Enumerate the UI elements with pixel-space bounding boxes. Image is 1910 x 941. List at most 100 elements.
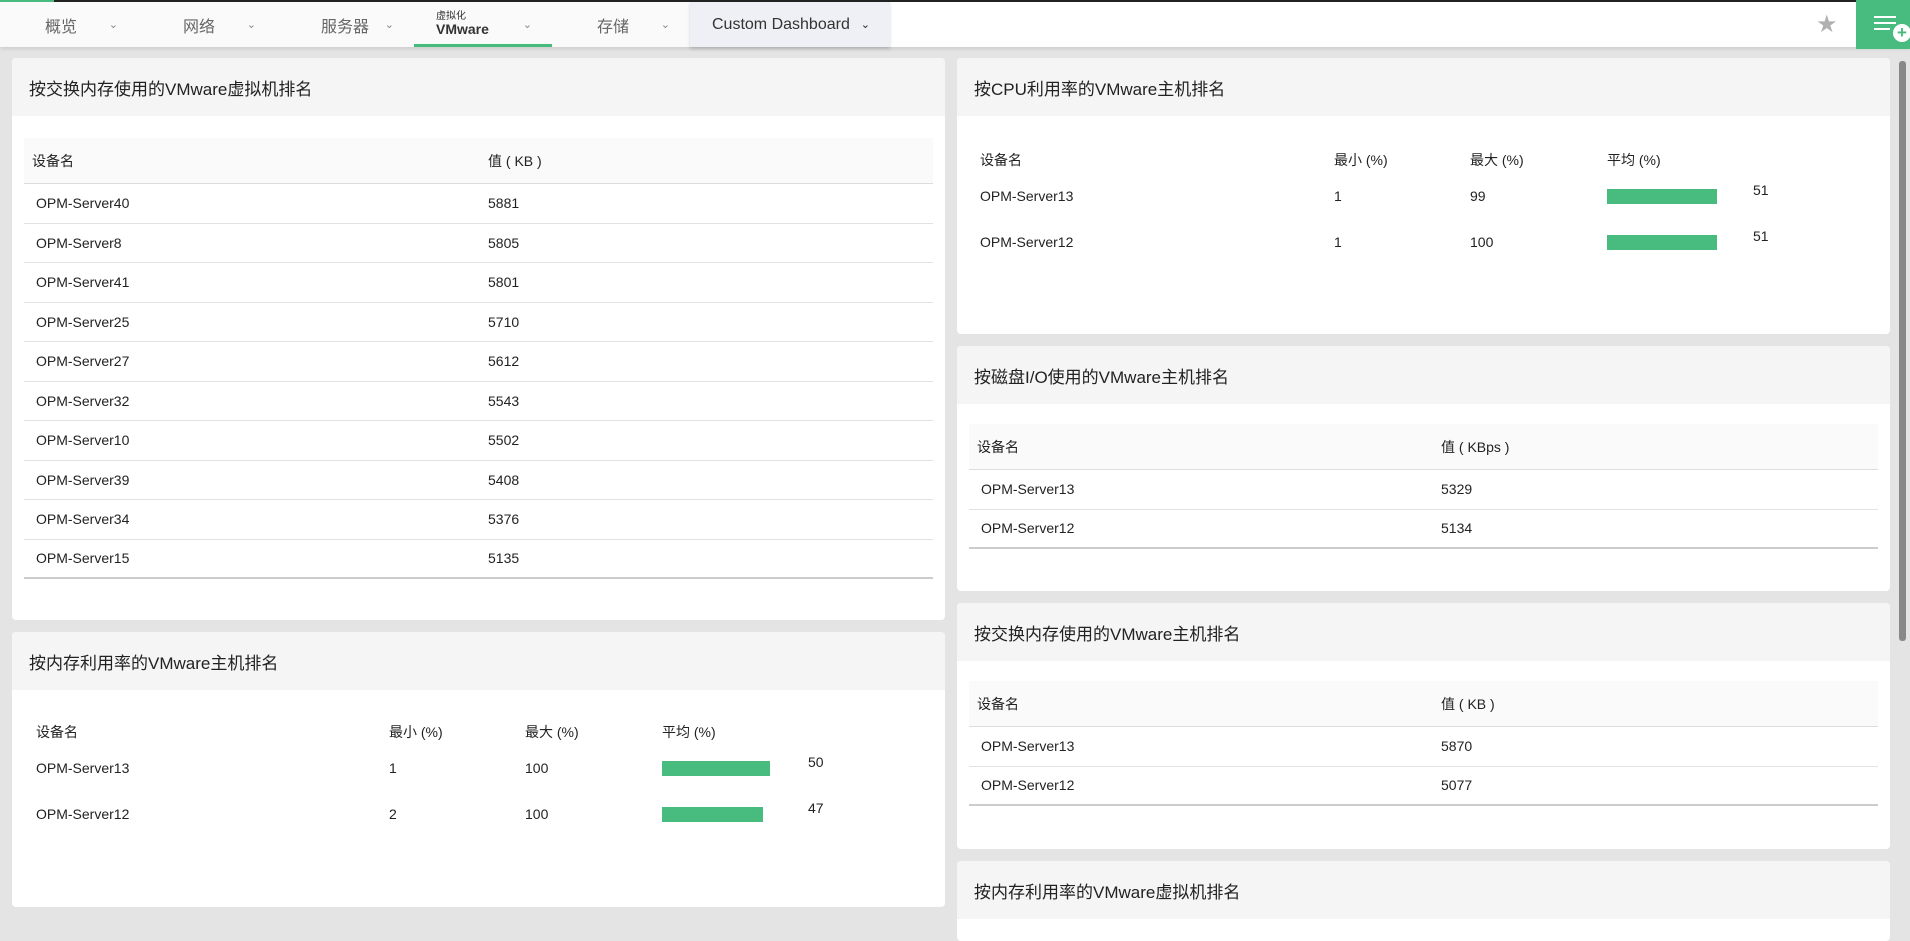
tab-network[interactable]: 网络 ⌄: [138, 2, 276, 47]
widget-title: 按内存利用率的VMware虚拟机排名: [957, 861, 1890, 919]
favorite-star-icon[interactable]: ★: [1816, 10, 1838, 39]
value: 5329: [1441, 481, 1473, 498]
table-row[interactable]: OPM-Server25 5710: [24, 303, 933, 342]
max-value: 99: [1470, 188, 1486, 204]
column-header: 最小 (%): [389, 724, 443, 740]
table-row[interactable]: OPM-Server27 5612: [24, 342, 933, 382]
device-name[interactable]: OPM-Server12: [981, 520, 1441, 536]
min-value: 2: [389, 806, 397, 822]
table-row[interactable]: OPM-Server10 5502: [24, 421, 933, 461]
value: 5543: [488, 392, 520, 409]
device-name[interactable]: OPM-Server25: [36, 314, 488, 330]
avg-value: 50: [808, 754, 824, 770]
table-row[interactable]: OPM-Server12 2 100 47: [12, 800, 945, 824]
tab-label: 网络: [183, 18, 216, 36]
tab-custom-dashboard[interactable]: Custom Dashboard ⌄: [690, 2, 890, 47]
value: 5881: [488, 195, 520, 212]
value: 5870: [1441, 738, 1473, 755]
avg-bar: [1607, 235, 1717, 250]
scrollbar[interactable]: [1890, 47, 1910, 917]
table-row[interactable]: OPM-Server34 5376: [24, 500, 933, 540]
device-name[interactable]: OPM-Server40: [36, 195, 488, 211]
device-name[interactable]: OPM-Server10: [36, 432, 488, 448]
swap-host-widget: 按交换内存使用的VMware主机排名 设备名 值 ( KB ) OPM-Serve…: [957, 603, 1890, 849]
device-name: OPM-Server12: [36, 806, 130, 822]
avg-bar: [1607, 189, 1717, 204]
device-name: OPM-Server12: [980, 234, 1074, 250]
device-name[interactable]: OPM-Server32: [36, 393, 488, 409]
tab-bar: 概览 ⌄ 网络 ⌄ 服务器 ⌄ 虚拟化 VMware ⌄ 存储 ⌄ Custom Dashb…: [0, 2, 890, 47]
chevron-down-icon[interactable]: ⌄: [861, 18, 870, 31]
table-row[interactable]: OPM-Server41 5801: [24, 263, 933, 303]
column-header: 平均 (%): [1607, 152, 1661, 168]
column-header: 设备名: [980, 152, 1022, 168]
table-row[interactable]: OPM-Server39 5408: [24, 461, 933, 500]
avg-value: 51: [1753, 228, 1769, 244]
chevron-down-icon[interactable]: ⌄: [109, 18, 118, 31]
avg-value: 51: [1753, 182, 1769, 198]
plus-icon: +: [1893, 24, 1910, 42]
chevron-down-icon[interactable]: ⌄: [385, 18, 394, 31]
tab-label: 概览: [45, 18, 78, 36]
table-row[interactable]: OPM-Server40 5881: [24, 184, 933, 224]
table-row[interactable]: OPM-Server8 5805: [24, 224, 933, 263]
table-row[interactable]: OPM-Server12 1 100 51: [957, 228, 1890, 252]
value: 5077: [1441, 777, 1473, 794]
column-header: 值 ( KBps ): [1441, 438, 1510, 455]
swap-vm-table: 设备名值 ( KB ) OPM-Server40 5881 OPM-Server8 5…: [24, 138, 933, 579]
column-header: 平均 (%): [662, 724, 716, 740]
device-name[interactable]: OPM-Server39: [36, 472, 488, 488]
table-row[interactable]: OPM-Server12 5134: [969, 510, 1878, 549]
device-name[interactable]: OPM-Server12: [981, 777, 1441, 793]
menu-line: [1874, 16, 1896, 18]
avg-bar: [662, 761, 770, 776]
column-header: 最大 (%): [1470, 152, 1524, 168]
mem-host-widget: 按内存利用率的VMware主机排名 设备名 最小 (%) 最大 (%) 平均 (%) O…: [12, 632, 945, 907]
device-name[interactable]: OPM-Server15: [36, 550, 488, 566]
column-header: 值 ( KB ): [1441, 695, 1495, 712]
tab-label: 存储: [597, 18, 630, 36]
device-name: OPM-Server13: [980, 188, 1074, 204]
table-header: 设备名 最小 (%) 最大 (%) 平均 (%): [957, 150, 1890, 170]
value: 5376: [488, 511, 520, 528]
widget-title: 按CPU利用率的VMware主机排名: [957, 58, 1890, 116]
table-row[interactable]: OPM-Server15 5135: [24, 540, 933, 579]
widget-title: 按交换内存使用的VMware虚拟机排名: [12, 58, 945, 116]
device-name[interactable]: OPM-Server8: [36, 235, 488, 251]
column-header: 设备名: [977, 695, 1019, 712]
scrollbar-thumb[interactable]: [1899, 61, 1906, 641]
table-row[interactable]: OPM-Server13 1 100 50: [12, 754, 945, 778]
min-value: 1: [1334, 188, 1342, 204]
widget-title: 按交换内存使用的VMware主机排名: [957, 603, 1890, 661]
tab-vmware[interactable]: 虚拟化 VMware ⌄: [414, 2, 552, 47]
device-name[interactable]: OPM-Server13: [981, 738, 1441, 754]
chevron-down-icon[interactable]: ⌄: [247, 18, 256, 31]
top-nav: 概览 ⌄ 网络 ⌄ 服务器 ⌄ 虚拟化 VMware ⌄ 存储 ⌄ Custom Dashb…: [0, 0, 1910, 49]
tab-overview[interactable]: 概览 ⌄: [0, 2, 138, 47]
device-name[interactable]: OPM-Server27: [36, 353, 488, 369]
value: 5805: [488, 234, 520, 251]
max-value: 100: [1470, 234, 1494, 250]
table-row[interactable]: OPM-Server13 5329: [969, 470, 1878, 510]
device-name[interactable]: OPM-Server34: [36, 511, 488, 527]
tab-servers[interactable]: 服务器 ⌄: [276, 2, 414, 47]
value: 5134: [1441, 520, 1473, 537]
table-header: 设备名 最小 (%) 最大 (%) 平均 (%): [12, 722, 945, 742]
column-header: 值 ( KB ): [488, 152, 542, 169]
tab-label: 服务器: [321, 18, 370, 36]
tab-storage[interactable]: 存储 ⌄: [552, 2, 690, 47]
table-row[interactable]: OPM-Server13 1 99 51: [957, 182, 1890, 206]
chevron-down-icon[interactable]: ⌄: [661, 18, 670, 31]
chevron-down-icon[interactable]: ⌄: [523, 18, 532, 31]
avg-bar: [662, 807, 764, 822]
device-name[interactable]: OPM-Server41: [36, 274, 488, 290]
device-name[interactable]: OPM-Server13: [981, 481, 1441, 497]
value: 5612: [488, 353, 520, 370]
table-row[interactable]: OPM-Server32 5543: [24, 382, 933, 421]
widget-title: 按内存利用率的VMware主机排名: [12, 632, 945, 690]
add-widget-button[interactable]: +: [1856, 0, 1910, 49]
table-row[interactable]: OPM-Server13 5870: [969, 727, 1878, 767]
swap-vm-widget: 按交换内存使用的VMware虚拟机排名 设备名 值 ( KB ) OPM-Serv…: [12, 58, 945, 620]
disk-host-widget: 按磁盘I/O使用的VMware主机排名 设备名 值 ( KBps ) OPM-Se…: [957, 346, 1890, 591]
table-row[interactable]: OPM-Server12 5077: [969, 767, 1878, 806]
